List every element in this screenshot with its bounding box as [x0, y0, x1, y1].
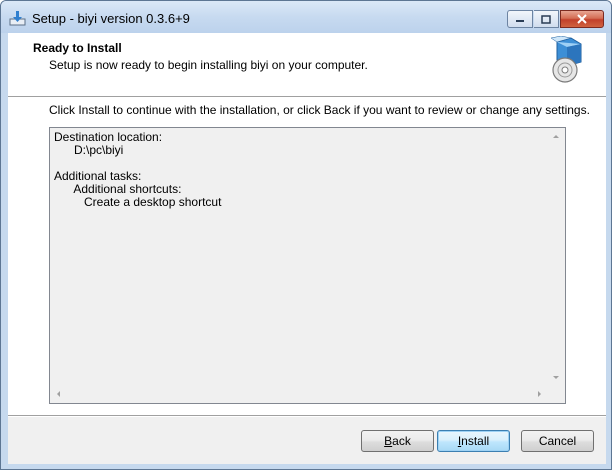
ready-memo-box[interactable]: Destination location: D:\pc\biyi Additio…	[49, 127, 566, 404]
wizard-client-area: Ready to Install Setup is now ready to b…	[8, 33, 606, 464]
memo-line: Create a desktop shortcut	[54, 195, 222, 209]
header-divider	[8, 96, 606, 98]
vertical-scrollbar[interactable]	[548, 128, 565, 386]
maximize-button[interactable]	[534, 10, 559, 28]
scroll-left-icon[interactable]	[57, 391, 60, 397]
scroll-up-icon[interactable]	[553, 135, 559, 138]
back-label-rest: ack	[392, 434, 411, 448]
title-bar[interactable]: Setup - biyi version 0.3.6+9	[1, 1, 611, 33]
memo-line: D:\pc\biyi	[54, 143, 124, 157]
maximize-icon	[541, 14, 551, 24]
footer-divider	[8, 415, 606, 417]
cancel-button[interactable]: Cancel	[521, 430, 594, 452]
memo-line: Destination location:	[54, 130, 163, 144]
back-button[interactable]: Back	[361, 430, 434, 452]
minimize-icon	[516, 20, 524, 22]
scroll-down-icon[interactable]	[553, 376, 559, 379]
wizard-header: Ready to Install Setup is now ready to b…	[8, 33, 606, 96]
close-button[interactable]	[560, 10, 604, 28]
scrollbar-corner	[548, 386, 565, 403]
scroll-right-icon[interactable]	[538, 391, 541, 397]
setup-box-cd-icon	[549, 35, 583, 84]
instruction-text: Click Install to continue with the insta…	[49, 103, 590, 117]
setup-window: Setup - biyi version 0.3.6+9 Ready to In…	[0, 0, 612, 470]
button-bar	[8, 415, 606, 464]
page-subtitle: Setup is now ready to begin installing b…	[49, 58, 368, 72]
install-button[interactable]: Install	[437, 430, 510, 452]
install-label-rest: nstall	[461, 434, 490, 448]
minimize-button[interactable]	[507, 10, 533, 28]
setup-download-icon	[9, 10, 26, 26]
page-title: Ready to Install	[33, 41, 122, 55]
close-icon	[577, 14, 587, 24]
back-mnemonic: B	[384, 434, 393, 448]
memo-content: Destination location: D:\pc\biyi Additio…	[54, 131, 544, 209]
window-title: Setup - biyi version 0.3.6+9	[32, 11, 190, 26]
horizontal-scrollbar[interactable]	[50, 386, 548, 403]
